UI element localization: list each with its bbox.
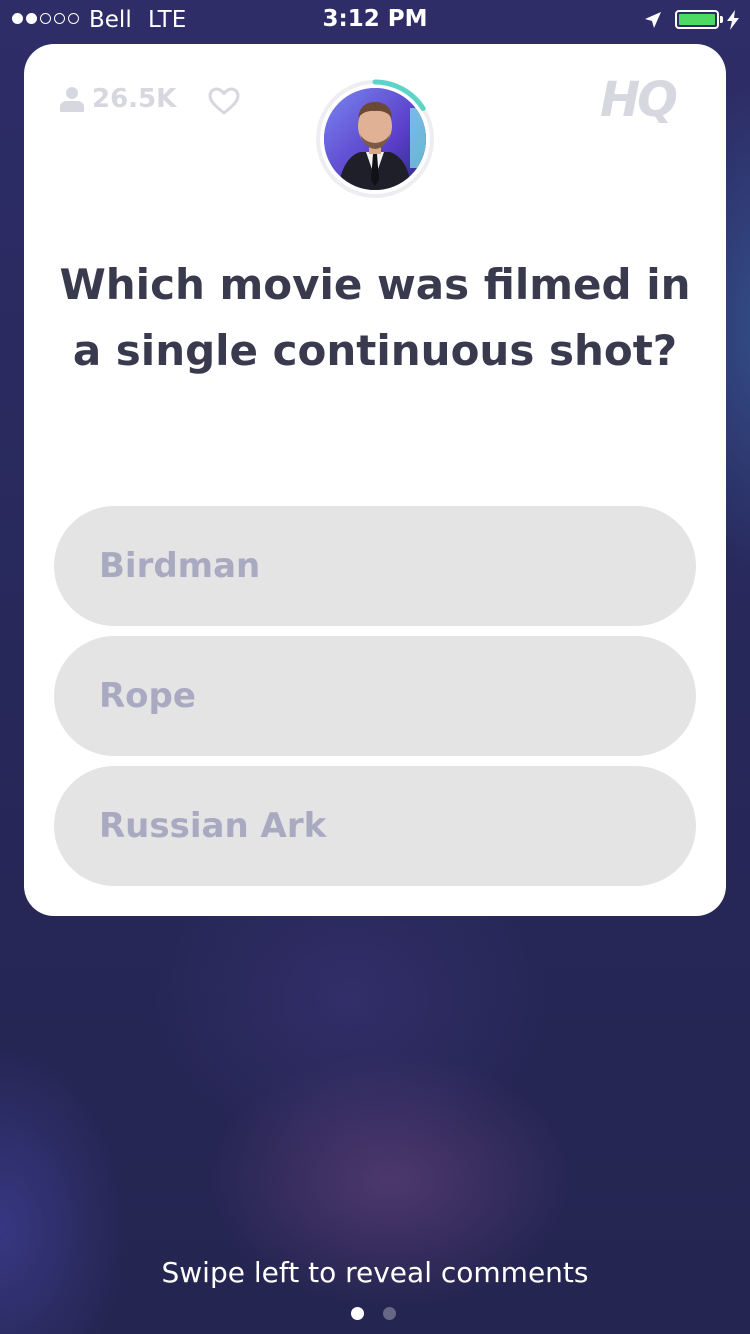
status-bar: Bell LTE 3:12 PM bbox=[0, 0, 750, 40]
location-arrow-icon bbox=[645, 12, 661, 28]
swipe-hint: Swipe left to reveal comments bbox=[161, 1256, 589, 1289]
answer-option-rope[interactable]: Rope bbox=[54, 636, 696, 756]
hq-logo: HQ bbox=[600, 72, 678, 128]
answer-option-russian-ark[interactable]: Russian Ark bbox=[54, 766, 696, 886]
host-portrait-icon bbox=[324, 88, 426, 190]
charging-bolt-icon bbox=[727, 10, 739, 30]
battery-icon bbox=[675, 10, 719, 29]
viewer-count-label: 26.5K bbox=[92, 84, 177, 114]
page-dot-2[interactable] bbox=[383, 1307, 396, 1320]
heart-icon[interactable] bbox=[208, 87, 240, 115]
question-text: Which movie was filmed in a single conti… bbox=[59, 260, 691, 375]
page-dot-1[interactable] bbox=[351, 1307, 364, 1320]
status-time: 3:12 PM bbox=[322, 6, 428, 32]
viewer-count: 26.5K bbox=[60, 84, 176, 114]
host-avatar bbox=[324, 88, 426, 190]
page-indicator[interactable] bbox=[351, 1307, 396, 1320]
person-icon bbox=[60, 87, 84, 112]
answer-option-birdman[interactable]: Birdman bbox=[54, 506, 696, 626]
answer-list: Birdman Rope Russian Ark bbox=[54, 506, 696, 896]
question-card: 26.5K HQ Which movie was filmed in a sin… bbox=[24, 44, 726, 916]
battery-nub bbox=[720, 16, 723, 23]
